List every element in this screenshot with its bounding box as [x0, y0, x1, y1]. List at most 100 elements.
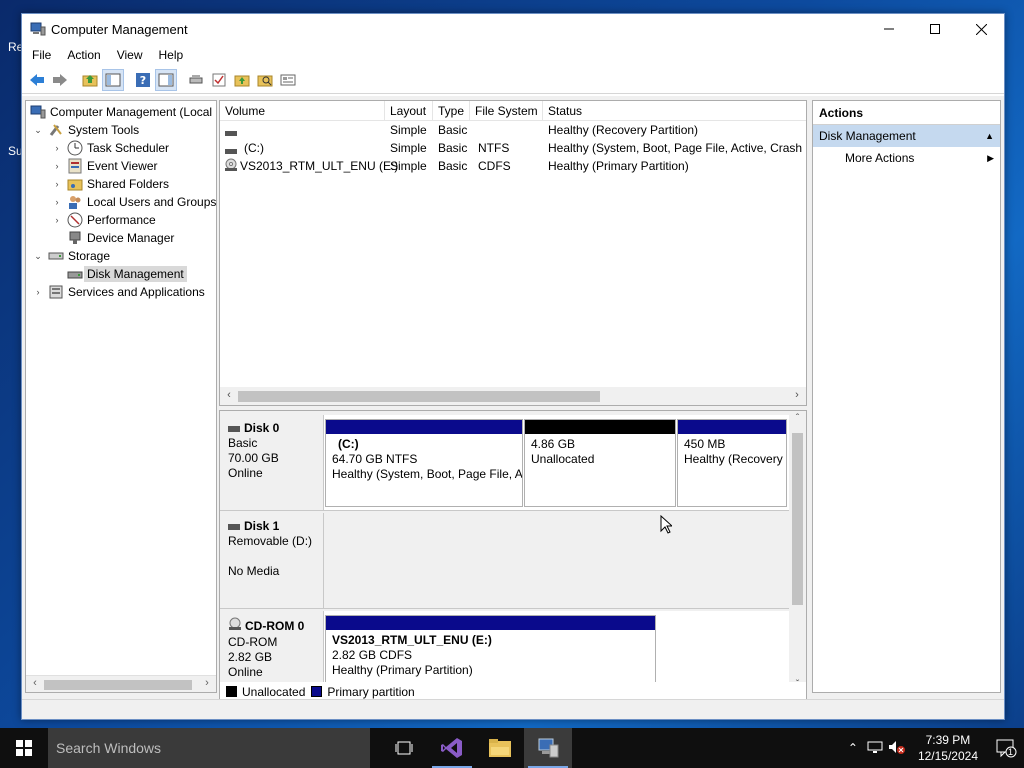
- taskbar-visual-studio[interactable]: [428, 728, 476, 768]
- scroll-left-arrow-icon[interactable]: ‹: [222, 389, 236, 401]
- computer-management-window: Computer Management File Action View Hel…: [21, 13, 1005, 720]
- more-actions-item[interactable]: More Actions ▶: [813, 147, 1000, 169]
- submenu-triangle-icon: ▶: [987, 153, 994, 163]
- disk-map-vertical-scrollbar[interactable]: ˆ ˇ: [789, 411, 806, 692]
- scroll-left-arrow-icon[interactable]: ‹: [28, 677, 42, 689]
- tree-item-label: Local Users and Groups: [87, 195, 217, 209]
- legend-label: Primary partition: [327, 684, 415, 699]
- expanded-caret-icon[interactable]: ⌄: [32, 251, 44, 262]
- scroll-right-arrow-icon[interactable]: ›: [200, 677, 214, 689]
- tree-item-services-and-applications[interactable]: › Services and Applications: [32, 283, 205, 301]
- tree-item-disk-management[interactable]: Disk Management: [67, 265, 187, 283]
- volume-drive-icon: [225, 144, 237, 158]
- tree-item-shared-folders[interactable]: › Shared Folders: [51, 175, 170, 193]
- tree-item-computer-management[interactable]: Computer Management (Local: [30, 103, 212, 121]
- close-button[interactable]: [958, 14, 1004, 44]
- services-icon: [48, 284, 64, 300]
- taskbar-computer-management[interactable]: [524, 728, 572, 768]
- collapsed-caret-icon[interactable]: ›: [51, 179, 63, 189]
- collapsed-caret-icon[interactable]: ›: [32, 287, 44, 297]
- column-header-status[interactable]: Status: [543, 101, 806, 121]
- desktop-icon-label-2[interactable]: Su: [0, 144, 23, 158]
- volume-list-horizontal-scrollbar[interactable]: ‹ ›: [220, 387, 806, 405]
- tree-item-local-users-and-groups[interactable]: › Local Users and Groups: [51, 193, 216, 211]
- cdrom-0-info[interactable]: CD-ROM 0 CD-ROM 2.82 GB Online: [220, 611, 324, 692]
- tree-item-label: Disk Management: [84, 266, 187, 282]
- forward-arrow-icon[interactable]: [49, 69, 71, 91]
- taskbar-search-box[interactable]: Search Windows: [48, 728, 370, 768]
- collapsed-caret-icon[interactable]: ›: [51, 161, 63, 171]
- partition-recovery[interactable]: 450 MB Healthy (Recovery: [677, 419, 787, 507]
- title-bar[interactable]: Computer Management: [22, 14, 1004, 44]
- volume-name: VS2013_RTM_ULT_ENU (E:): [240, 159, 399, 173]
- scrollbar-thumb[interactable]: [792, 433, 803, 605]
- search-folder-icon[interactable]: [254, 69, 276, 91]
- volume-row[interactable]: (C:) Simple Basic NTFS Healthy (System, …: [220, 140, 806, 158]
- column-header-volume[interactable]: Volume: [220, 101, 385, 121]
- expanded-caret-icon[interactable]: ⌄: [32, 125, 44, 136]
- start-button[interactable]: [0, 728, 48, 768]
- volume-layout: Simple: [390, 123, 427, 137]
- tree-horizontal-scrollbar[interactable]: ‹ ›: [26, 675, 216, 692]
- primary-partition-bar: [326, 420, 522, 434]
- column-header-type[interactable]: Type: [433, 101, 470, 121]
- storage-icon: [48, 248, 64, 264]
- disk-1-row: Disk 1 Removable (D:) No Media: [220, 513, 790, 609]
- task-view-button[interactable]: [380, 728, 428, 768]
- menu-help[interactable]: Help: [151, 48, 192, 62]
- disk-0-info[interactable]: Disk 0 Basic 70.00 GB Online: [220, 415, 324, 510]
- collapsed-caret-icon[interactable]: ›: [51, 215, 63, 225]
- tree-item-system-tools[interactable]: ⌄ System Tools: [32, 121, 139, 139]
- tree-item-performance[interactable]: › Performance: [51, 211, 156, 229]
- connect-drive-icon[interactable]: [185, 69, 207, 91]
- show-hide-action-pane-icon[interactable]: [155, 68, 177, 91]
- show-hidden-icons-chevron-icon[interactable]: ⌃: [842, 741, 864, 755]
- disk-name: Disk 0: [244, 421, 280, 435]
- help-icon[interactable]: ?: [132, 69, 154, 91]
- column-header-layout[interactable]: Layout: [385, 101, 433, 121]
- collapsed-caret-icon[interactable]: ›: [51, 143, 63, 153]
- primary-partition-bar: [326, 616, 655, 630]
- collapse-triangle-icon[interactable]: ▲: [985, 125, 994, 147]
- scroll-right-arrow-icon[interactable]: ›: [790, 389, 804, 401]
- maximize-button[interactable]: [912, 14, 958, 44]
- tree-item-device-manager[interactable]: Device Manager: [67, 229, 174, 247]
- computer-management-icon: [30, 104, 46, 120]
- scroll-up-arrow-icon[interactable]: ˆ: [789, 413, 806, 424]
- folder-up-icon[interactable]: [231, 69, 253, 91]
- tree-item-storage[interactable]: ⌄ Storage: [32, 247, 110, 265]
- menu-file[interactable]: File: [24, 48, 59, 62]
- partition-status: Healthy (Primary Partition): [332, 663, 473, 677]
- disk-1-info[interactable]: Disk 1 Removable (D:) No Media: [220, 513, 324, 608]
- actions-section-label: Disk Management: [819, 129, 916, 143]
- actions-section-disk-management[interactable]: Disk Management ▲: [813, 125, 1000, 147]
- partition-unallocated[interactable]: 4.86 GB Unallocated: [524, 419, 676, 507]
- unallocated-bar: [525, 420, 675, 434]
- check-disk-icon[interactable]: [208, 69, 230, 91]
- tree-item-task-scheduler[interactable]: › Task Scheduler: [51, 139, 169, 157]
- menu-action[interactable]: Action: [59, 48, 108, 62]
- volume-row[interactable]: Simple Basic Healthy (Recovery Partition…: [220, 122, 806, 140]
- desktop-icon-label-1[interactable]: Re: [0, 40, 23, 54]
- minimize-button[interactable]: [866, 14, 912, 44]
- show-hide-console-tree-icon[interactable]: [102, 68, 124, 91]
- properties-icon[interactable]: [277, 69, 299, 91]
- taskbar-file-explorer[interactable]: [476, 728, 524, 768]
- volume-row[interactable]: VS2013_RTM_ULT_ENU (E:) Simple Basic CDF…: [220, 158, 806, 176]
- scrollbar-thumb[interactable]: [238, 391, 600, 402]
- tree-item-label: Performance: [87, 213, 156, 227]
- column-header-file-system[interactable]: File System: [470, 101, 543, 121]
- clock[interactable]: 7:39 PM 12/15/2024: [908, 732, 988, 764]
- taskbar: Search Windows ⌃ 7:39 PM 12/15/2024 1: [0, 728, 1024, 768]
- partition-c[interactable]: (C:) 64.70 GB NTFS Healthy (System, Boot…: [325, 419, 523, 507]
- collapsed-caret-icon[interactable]: ›: [51, 197, 63, 207]
- volume-muted-icon[interactable]: [886, 740, 908, 757]
- scrollbar-thumb[interactable]: [44, 680, 192, 690]
- disk-state: No Media: [228, 564, 280, 578]
- tree-item-event-viewer[interactable]: › Event Viewer: [51, 157, 157, 175]
- back-arrow-icon[interactable]: [26, 69, 48, 91]
- up-folder-icon[interactable]: [79, 69, 101, 91]
- menu-view[interactable]: View: [109, 48, 151, 62]
- action-center-button[interactable]: 1: [988, 728, 1024, 768]
- network-icon[interactable]: [864, 740, 886, 757]
